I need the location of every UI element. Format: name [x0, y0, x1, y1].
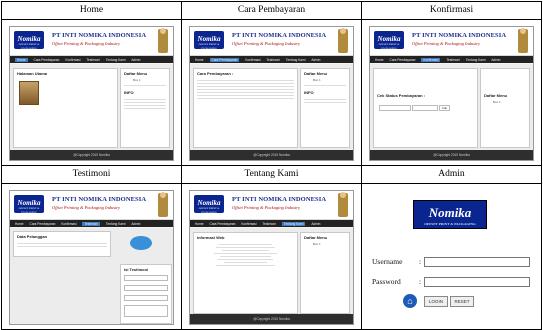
home-screenshot: Nomika OFFSET PRINT & PACKAGING PT INTI N…: [9, 26, 174, 161]
tentang-screenshot: Nomika OFFSET PRINT & PACKAGING PT INTI N…: [189, 190, 354, 325]
username-label: Username: [372, 257, 403, 266]
password-input[interactable]: [424, 277, 530, 287]
nav-konfirmasi[interactable]: Konfirmasi: [65, 58, 80, 62]
header-home: Home: [1, 1, 182, 20]
cara-screenshot: Nomika OFFSET PRINT & PACKAGING PT INTI N…: [189, 26, 354, 161]
company-name: PT INTI NOMIKA INDONESIA: [52, 32, 147, 39]
testimoni-cell: Nomika OFFSET PRINT & PACKAGING PT INTI N…: [2, 184, 181, 329]
konfirmasi-screenshot: Nomika OFFSET PRINT & PACKAGING PT INTI N…: [369, 26, 534, 161]
mascot-image: [158, 28, 168, 53]
home-cell: Nomika OFFSET PRINT & PACKAGING PT INTI N…: [2, 20, 181, 165]
nav-tentang[interactable]: Tentang Kami: [106, 58, 126, 62]
order-input[interactable]: [379, 105, 411, 111]
admin-cell: Nomika OFFSET PRINT & PACKAGING Username …: [362, 184, 541, 329]
admin-logo: Nomika OFFSET PRINT & PACKAGING: [413, 200, 487, 229]
nav-cara[interactable]: Cara Pembayaran: [34, 58, 60, 62]
nav-home[interactable]: Home: [15, 57, 28, 62]
testimoni-screenshot: Nomika OFFSET PRINT & PACKAGING PT INTI N…: [9, 190, 174, 325]
header-admin: Admin: [361, 165, 542, 184]
screenshot-grid: Home Cara Pembayaran Konfirmasi Nomika OF…: [1, 1, 542, 330]
main-panel: Halaman Utama: [13, 68, 118, 148]
reset-button[interactable]: RESET: [450, 296, 474, 307]
home-icon[interactable]: ⌂: [403, 294, 417, 308]
header-konfirmasi: Konfirmasi: [361, 1, 542, 20]
header-testimoni: Testimoni: [1, 165, 182, 184]
nav-bar: Home Cara Pembayaran Konfirmasi Testimoni Te…: [10, 56, 173, 63]
payment-panel: Cara Pembayaran :: [193, 68, 298, 148]
customer-panel: Data Pelanggan: [13, 231, 111, 257]
company-tagline: Offset Printing & Packaging Industry: [52, 41, 120, 46]
chat-bubble-icon: [130, 236, 152, 250]
login-button[interactable]: LOGIN: [424, 296, 448, 307]
status-panel: Cek Status Pembayaran : Cek: [373, 68, 478, 148]
footer: @Copyright 2015 Nomika: [10, 150, 173, 160]
testimoni-form: Isi Testimoni: [120, 264, 172, 324]
side-panel: Daftar Menu Box 1 INFO: [120, 68, 170, 148]
status-select[interactable]: [412, 105, 438, 111]
header-cara-pembayaran: Cara Pembayaran: [181, 1, 362, 20]
konfirmasi-cell: Nomika OFFSET PRINT & PACKAGING PT INTI N…: [362, 20, 541, 165]
nav-admin[interactable]: Admin: [131, 58, 140, 62]
cara-cell: Nomika OFFSET PRINT & PACKAGING PT INTI N…: [182, 20, 361, 165]
info-panel: Informasi Web: [193, 232, 298, 314]
tentang-cell: Nomika OFFSET PRINT & PACKAGING PT INTI N…: [182, 184, 361, 329]
username-input[interactable]: [424, 257, 530, 267]
nav-testimoni[interactable]: Testimoni: [86, 58, 99, 62]
header-tentang-kami: Tentang Kami: [181, 165, 362, 184]
password-label: Password: [372, 277, 401, 286]
cek-button[interactable]: Cek: [439, 105, 450, 111]
site-logo: Nomika OFFSET PRINT & PACKAGING: [14, 31, 44, 50]
product-image: [19, 81, 39, 105]
